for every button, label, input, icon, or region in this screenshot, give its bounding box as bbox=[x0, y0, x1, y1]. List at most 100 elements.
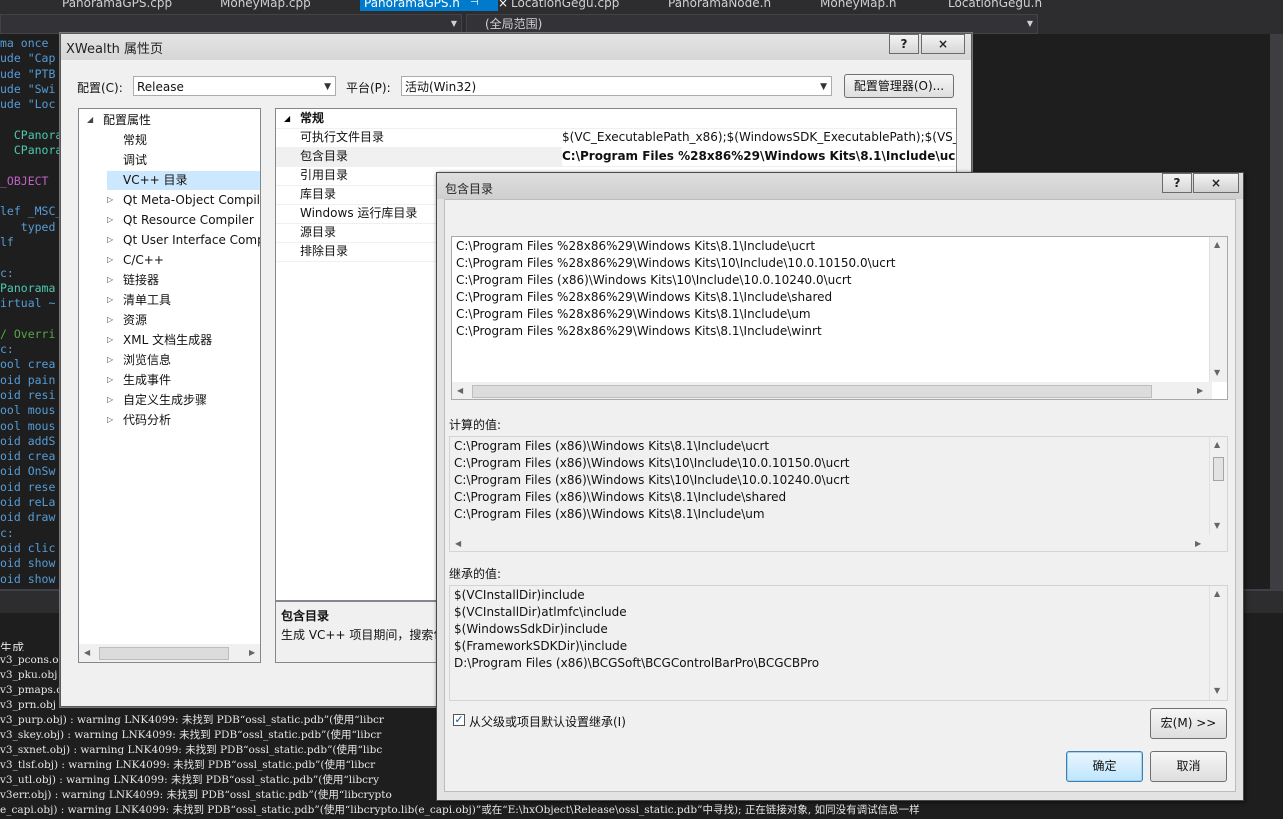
collapsed-arrow-icon[interactable]: ▷ bbox=[107, 252, 113, 268]
grid-row-executable-dirs[interactable]: 可执行文件目录 $(VC_ExecutablePath_x86);$(Windo… bbox=[276, 128, 956, 148]
config-manager-button[interactable]: 配置管理器(O)... bbox=[844, 74, 954, 98]
navigation-bar: ▼ (全局范围) ▼ bbox=[0, 12, 1283, 35]
code-line: ool crea bbox=[0, 357, 56, 372]
scroll-up-icon[interactable]: ▲ bbox=[1214, 589, 1220, 598]
scroll-right-icon[interactable]: ▶ bbox=[1195, 539, 1201, 548]
output-line: v3_tlsf.obj) : warning LNK4099: 未找到 PDB“… bbox=[0, 759, 376, 771]
inherited-values-list[interactable]: $(VCInstallDir)include $(VCInstallDir)at… bbox=[449, 585, 1228, 701]
collapsed-arrow-icon[interactable]: ▷ bbox=[107, 312, 113, 328]
property-tree[interactable]: ◢ 配置属性 常规 调试 VC++ 目录 ▷ Qt Meta-Object Co… bbox=[78, 108, 261, 663]
tree-item-code-analysis[interactable]: 代码分析 bbox=[123, 412, 171, 428]
platform-select[interactable]: 活动(Win32) ▼ bbox=[401, 76, 832, 96]
expanded-arrow-icon[interactable]: ◢ bbox=[87, 112, 93, 128]
tree-item-manifest-tool[interactable]: 清单工具 bbox=[123, 292, 171, 308]
collapsed-arrow-icon[interactable]: ▷ bbox=[107, 272, 113, 288]
tree-item-build-events[interactable]: 生成事件 bbox=[123, 372, 171, 388]
collapsed-arrow-icon[interactable]: ▷ bbox=[107, 352, 113, 368]
inherit-checkbox-label[interactable]: 从父级或项目默认设置继承(I) bbox=[469, 713, 626, 730]
tree-item-cpp[interactable]: C/C++ bbox=[123, 252, 164, 268]
close-button[interactable]: × bbox=[1193, 173, 1239, 193]
list-item[interactable]: C:\Program Files (x86)\Windows Kits\10\I… bbox=[456, 272, 852, 289]
vertical-scrollbar[interactable]: ▲ ▼ bbox=[1209, 437, 1227, 535]
collapsed-arrow-icon[interactable]: ▷ bbox=[107, 392, 113, 408]
ok-button[interactable]: 确定 bbox=[1066, 751, 1143, 782]
tree-item-custom-build[interactable]: 自定义生成步骤 bbox=[123, 392, 207, 408]
tree-item-qt-uic[interactable]: Qt User Interface Comp bbox=[123, 232, 260, 248]
help-button[interactable]: ? bbox=[1162, 173, 1192, 193]
window-title: XWealth 属性页 bbox=[66, 42, 164, 57]
tab-moneymap-h[interactable]: MoneyMap.h bbox=[820, 0, 897, 11]
scroll-left-icon[interactable]: ◀ bbox=[84, 648, 90, 657]
collapsed-arrow-icon[interactable]: ▷ bbox=[107, 412, 113, 428]
scroll-up-icon[interactable]: ▲ bbox=[1214, 440, 1220, 449]
collapsed-arrow-icon[interactable]: ▷ bbox=[107, 372, 113, 388]
vertical-scrollbar[interactable]: ▲ ▼ bbox=[1209, 237, 1227, 382]
code-line: oid addS bbox=[0, 433, 56, 448]
list-item[interactable]: C:\Program Files %28x86%29\Windows Kits\… bbox=[456, 306, 811, 323]
scroll-thumb[interactable] bbox=[472, 385, 1152, 398]
tab-panoramagps-cpp[interactable]: PanoramaGPS.cpp bbox=[62, 0, 172, 11]
scroll-thumb[interactable] bbox=[1213, 457, 1224, 481]
grid-row-include-dirs[interactable]: 包含目录 C:\Program Files %28x86%29\Windows … bbox=[276, 147, 956, 167]
macro-button[interactable]: 宏(M) >> bbox=[1150, 708, 1227, 739]
tree-item-qt-rcc[interactable]: Qt Resource Compiler bbox=[123, 212, 254, 228]
tree-item-qt-moc[interactable]: Qt Meta-Object Compile bbox=[123, 192, 260, 208]
tab-panoramanode-h[interactable]: PanoramaNode.h bbox=[668, 0, 771, 11]
tree-item-general[interactable]: 常规 bbox=[123, 132, 147, 148]
scroll-thumb[interactable] bbox=[99, 647, 229, 660]
code-line: CPanora bbox=[0, 127, 63, 142]
cancel-button[interactable]: 取消 bbox=[1150, 751, 1227, 782]
scroll-left-icon[interactable]: ◀ bbox=[457, 386, 463, 395]
tree-item-browse-info[interactable]: 浏览信息 bbox=[123, 352, 171, 368]
scroll-down-icon[interactable]: ▼ bbox=[1214, 368, 1220, 377]
tree-item-linker[interactable]: 链接器 bbox=[123, 272, 159, 288]
scroll-up-icon[interactable]: ▲ bbox=[1214, 240, 1220, 249]
tab-moneymap-cpp[interactable]: MoneyMap.cpp bbox=[220, 0, 311, 11]
tree-item-debugging[interactable]: 调试 bbox=[123, 152, 147, 168]
code-line: oid OnSw bbox=[0, 464, 56, 479]
tab-panoramagps-h[interactable]: PanoramaGPS.h ⊣ × bbox=[360, 0, 508, 11]
scroll-down-icon[interactable]: ▼ bbox=[1214, 686, 1220, 695]
config-select[interactable]: Release ▼ bbox=[133, 76, 336, 96]
scroll-left-icon[interactable]: ◀ bbox=[455, 539, 461, 548]
vertical-scrollbar[interactable]: ▲ ▼ bbox=[1209, 586, 1227, 700]
horizontal-scrollbar[interactable]: ◀ ▶ bbox=[450, 535, 1212, 551]
list-item[interactable]: C:\Program Files %28x86%29\Windows Kits\… bbox=[456, 289, 832, 306]
grid-row-value: $(VC_ExecutablePath_x86);$(WindowsSDK_Ex… bbox=[562, 130, 957, 144]
horizontal-scrollbar[interactable]: ◀ ▶ bbox=[452, 382, 1212, 399]
inherit-checkbox[interactable]: ✓ bbox=[453, 714, 465, 726]
collapsed-arrow-icon[interactable]: ▷ bbox=[107, 332, 113, 348]
scroll-right-icon[interactable]: ▶ bbox=[249, 648, 255, 657]
scroll-right-icon[interactable]: ▶ bbox=[1197, 386, 1203, 395]
code-line: c: bbox=[0, 265, 14, 280]
tree-horizontal-scrollbar[interactable]: ◀ ▶ bbox=[79, 644, 260, 662]
class-combo[interactable]: ▼ bbox=[0, 14, 462, 34]
evaluated-values-list[interactable]: C:\Program Files (x86)\Windows Kits\8.1\… bbox=[449, 436, 1228, 552]
help-button[interactable]: ? bbox=[889, 34, 919, 54]
scroll-down-icon[interactable]: ▼ bbox=[1214, 521, 1220, 530]
editor-scrollbar[interactable] bbox=[1270, 34, 1283, 589]
expanded-arrow-icon[interactable]: ◢ bbox=[284, 109, 290, 128]
pin-icon[interactable]: ⊣ bbox=[470, 0, 479, 11]
collapsed-arrow-icon[interactable]: ▷ bbox=[107, 192, 113, 208]
collapsed-arrow-icon[interactable]: ▷ bbox=[107, 212, 113, 228]
close-tab-icon[interactable]: × bbox=[498, 0, 508, 11]
include-dirs-list[interactable]: C:\Program Files %28x86%29\Windows Kits\… bbox=[451, 236, 1228, 400]
code-line: oid crea bbox=[0, 449, 56, 464]
collapsed-arrow-icon[interactable]: ▷ bbox=[107, 292, 113, 308]
tree-item-resources[interactable]: 资源 bbox=[123, 312, 147, 328]
collapsed-arrow-icon[interactable]: ▷ bbox=[107, 232, 113, 248]
list-item: C:\Program Files (x86)\Windows Kits\8.1\… bbox=[454, 490, 787, 504]
tree-item-vc-directories[interactable]: VC++ 目录 bbox=[123, 172, 188, 188]
list-item[interactable]: C:\Program Files %28x86%29\Windows Kits\… bbox=[456, 323, 822, 340]
tab-locationgegu-h[interactable]: LocationGegu.h bbox=[948, 0, 1042, 11]
tab-locationgegu-cpp[interactable]: LocationGegu.cpp bbox=[511, 0, 619, 11]
close-button[interactable]: × bbox=[921, 34, 965, 54]
tree-item-xml-doc[interactable]: XML 文档生成器 bbox=[123, 332, 212, 348]
document-tab-bar: PanoramaGPS.cpp MoneyMap.cpp PanoramaGPS… bbox=[0, 0, 1283, 12]
list-item[interactable]: C:\Program Files %28x86%29\Windows Kits\… bbox=[456, 255, 895, 272]
scope-combo[interactable]: (全局范围) ▼ bbox=[466, 14, 1038, 34]
tree-item-config-properties[interactable]: 配置属性 bbox=[103, 112, 151, 128]
grid-category-general[interactable]: ◢ 常规 bbox=[276, 109, 956, 129]
list-item[interactable]: C:\Program Files %28x86%29\Windows Kits\… bbox=[456, 238, 815, 255]
